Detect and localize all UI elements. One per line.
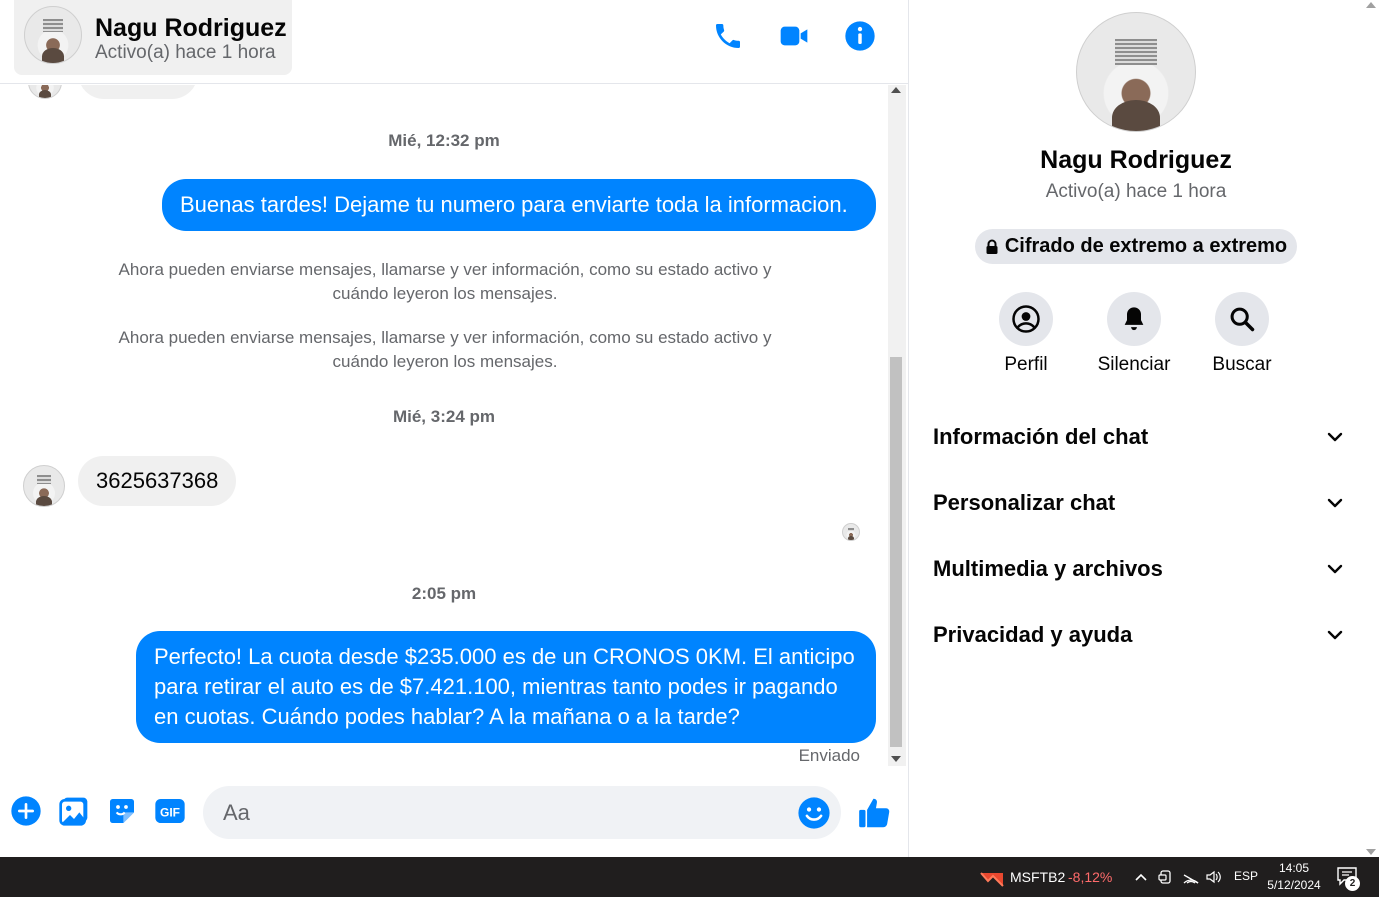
scroll-thumb[interactable] [890, 357, 902, 747]
scroll-down-arrow-icon[interactable] [891, 756, 901, 762]
section-customize-chat[interactable]: Personalizar chat [933, 483, 1345, 523]
lock-icon [986, 239, 998, 254]
section-title: Privacidad y ayuda [933, 622, 1133, 647]
search-action[interactable]: Buscar [1187, 292, 1297, 376]
mute-action[interactable]: Silenciar [1079, 292, 1189, 376]
scroll-down-arrow-icon[interactable] [1366, 849, 1376, 855]
chevron-down-icon [1327, 564, 1343, 574]
avatar[interactable] [1076, 12, 1196, 132]
os-taskbar: MSFTB2 -8,12% ESP 14:05 5/12/2024 2 [0, 857, 1379, 897]
chat-header: Nagu Rodriguez Activo(a) hace 1 hora [0, 0, 908, 84]
profile-name: Nagu Rodriguez [1040, 146, 1232, 174]
chevron-up-icon[interactable] [1134, 870, 1148, 884]
section-media-files[interactable]: Multimedia y archivos [933, 549, 1345, 589]
user-circle-icon [1012, 305, 1040, 333]
clock-time: 14:05 [1278, 861, 1310, 875]
avatar[interactable] [23, 465, 65, 507]
message-timestamp: Mié, 3:24 pm [392, 407, 496, 426]
message-bubble-outgoing[interactable]: Buenas tardes! Dejame tu numero para env… [162, 179, 876, 231]
conversation-info-button[interactable] [840, 16, 880, 56]
video-call-button[interactable] [774, 16, 814, 56]
bell-icon [1124, 307, 1144, 331]
video-camera-icon [780, 26, 808, 46]
audio-call-button[interactable] [708, 16, 748, 56]
delivery-status: Enviado [798, 746, 860, 765]
scroll-up-arrow-icon[interactable] [1366, 2, 1376, 8]
smiley-icon [798, 797, 830, 829]
plus-circle-icon [11, 796, 41, 826]
chevron-down-icon [1327, 630, 1343, 640]
stock-change: -8,12% [1068, 869, 1113, 885]
message-list[interactable]: Mié, 12:32 pm Buenas tardes! Dejame tu n… [0, 85, 888, 766]
thumbs-up-icon [859, 798, 890, 828]
search-icon [1230, 307, 1255, 332]
meet-now-icon[interactable] [1158, 869, 1174, 885]
messenger-window: Nagu Rodriguez Activo(a) hace 1 hora Mié… [0, 0, 1379, 857]
profile-action-label: Perfil [1004, 354, 1048, 375]
message-bubble-incoming[interactable] [78, 85, 198, 99]
message-bubble-incoming[interactable]: 3625637368 [78, 456, 237, 506]
volume-icon[interactable] [1205, 869, 1223, 885]
sticker-icon [110, 799, 134, 823]
profile-action-button[interactable] [999, 292, 1053, 346]
message-timestamp: 2:05 pm [411, 584, 477, 603]
gif-button[interactable]: GIF [153, 794, 187, 828]
section-privacy-help[interactable]: Privacidad y ayuda [933, 615, 1345, 655]
gif-icon: GIF [155, 799, 185, 823]
section-title: Multimedia y archivos [933, 556, 1163, 581]
clock-date: 5/12/2024 [1267, 878, 1321, 892]
sticker-button[interactable] [105, 794, 139, 828]
notification-center-button[interactable]: 2 [1336, 865, 1362, 891]
message-scrollbar[interactable] [888, 85, 906, 766]
info-icon [845, 21, 875, 51]
notification-count-badge: 2 [1345, 876, 1360, 891]
system-notice: Ahora pueden enviarse mensajes, llamarse… [118, 328, 772, 371]
send-like-button[interactable] [856, 794, 894, 832]
conversation-details-panel: Nagu Rodriguez Activo(a) hace 1 hora Cif… [908, 0, 1379, 857]
stock-ticker[interactable]: MSFTB2 [1010, 869, 1065, 885]
section-title: Personalizar chat [933, 490, 1116, 515]
chevron-down-icon [1327, 432, 1343, 442]
stock-chart-icon[interactable] [980, 867, 1004, 887]
avatar[interactable] [24, 6, 82, 64]
contact-header-card[interactable]: Nagu Rodriguez Activo(a) hace 1 hora [14, 0, 292, 75]
wifi-icon[interactable] [1182, 869, 1200, 885]
section-chat-info[interactable]: Información del chat [933, 417, 1345, 457]
message-timestamp: Mié, 12:32 pm [388, 131, 500, 150]
chevron-down-icon [1327, 498, 1343, 508]
encryption-label: Cifrado de extremo a extremo [1004, 235, 1288, 257]
input-language[interactable]: ESP [1234, 869, 1258, 883]
chat-pane: Nagu Rodriguez Activo(a) hace 1 hora Mié… [0, 0, 908, 857]
profile-status: Activo(a) hace 1 hora [1045, 181, 1227, 202]
mute-action-label: Silenciar [1097, 354, 1171, 375]
details-scrollbar[interactable] [1362, 0, 1379, 857]
attach-photo-button[interactable] [57, 794, 91, 828]
contact-name: Nagu Rodriguez [95, 14, 287, 42]
phone-icon [716, 24, 740, 48]
svg-text:GIF: GIF [160, 805, 180, 819]
mute-action-button[interactable] [1107, 292, 1161, 346]
profile-action[interactable]: Perfil [971, 292, 1081, 376]
read-receipt-avatar [842, 523, 860, 541]
system-clock[interactable]: 14:05 5/12/2024 [1262, 860, 1326, 894]
avatar [28, 85, 62, 99]
message-bubble-outgoing[interactable]: Perfecto! La cuota desde $235.000 es de … [136, 631, 876, 743]
scroll-up-arrow-icon[interactable] [891, 87, 901, 93]
more-actions-button[interactable] [9, 794, 43, 828]
photo-icon [59, 797, 88, 826]
search-action-button[interactable] [1215, 292, 1269, 346]
system-notice: Ahora pueden enviarse mensajes, llamarse… [118, 260, 772, 303]
contact-status: Activo(a) hace 1 hora [95, 42, 276, 63]
section-title: Información del chat [933, 424, 1149, 449]
message-input[interactable] [203, 786, 841, 839]
message-composer: GIF [0, 766, 908, 857]
search-action-label: Buscar [1212, 354, 1272, 375]
emoji-button[interactable] [797, 796, 831, 830]
end-to-end-encryption-badge[interactable]: Cifrado de extremo a extremo [975, 229, 1297, 264]
